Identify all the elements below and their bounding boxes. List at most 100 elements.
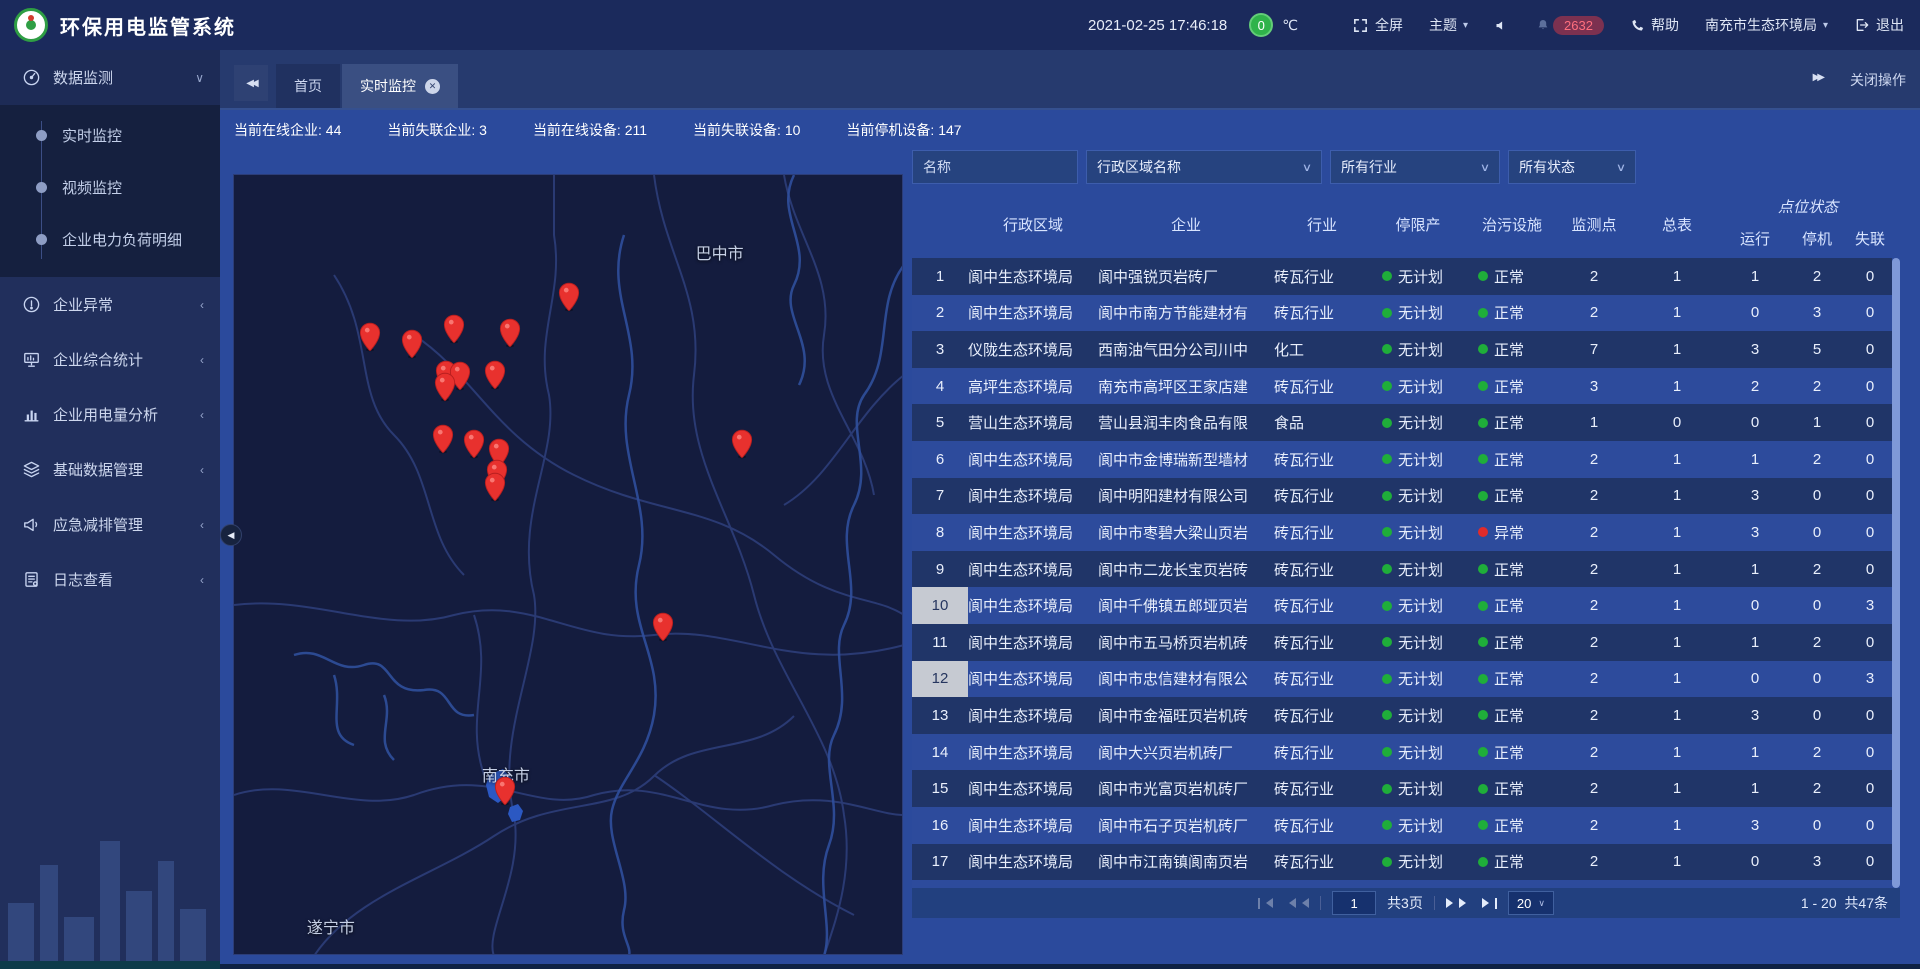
prev-page-button[interactable] bbox=[1284, 898, 1309, 908]
sidebar-item-log-view[interactable]: 日志查看‹ bbox=[0, 552, 220, 607]
row-index: 17 bbox=[912, 844, 968, 881]
cell-company: 南充市高坪区王家店建 bbox=[1098, 368, 1274, 405]
map-marker[interactable] bbox=[401, 329, 423, 364]
sidebar-subitem-power-load-detail[interactable]: 企业电力负荷明细 bbox=[0, 213, 220, 265]
cell-stop-count: 3 bbox=[1786, 295, 1848, 332]
region-filter-select[interactable]: 行政区域名称∨ bbox=[1086, 150, 1322, 184]
page-input[interactable] bbox=[1332, 891, 1376, 915]
collapse-map-button[interactable]: ◀ bbox=[220, 524, 242, 546]
table-row[interactable]: 9阆中生态环境局阆中市二龙长宝页岩砖砖瓦行业无计划正常21120 bbox=[912, 551, 1892, 588]
mute-button[interactable] bbox=[1494, 18, 1509, 33]
map-marker[interactable] bbox=[443, 314, 465, 349]
status-filter-select[interactable]: 所有状态∨ bbox=[1508, 150, 1636, 184]
org-menu[interactable]: 南充市生态环境局 ▾ bbox=[1705, 15, 1828, 35]
cell-company: 阆中市石子页岩机砖厂 bbox=[1098, 807, 1274, 844]
table-row[interactable]: 7阆中生态环境局阆中明阳建材有限公司砖瓦行业无计划正常21300 bbox=[912, 478, 1892, 515]
sidebar-subitem-video-monitor[interactable]: 视频监控 bbox=[0, 161, 220, 213]
map-marker[interactable] bbox=[463, 429, 485, 464]
next-page-button[interactable] bbox=[1446, 898, 1471, 908]
status-dot-icon bbox=[1382, 418, 1392, 428]
table-row[interactable]: 16阆中生态环境局阆中市石子页岩机砖厂砖瓦行业无计划正常21300 bbox=[912, 807, 1892, 844]
cell-lost-count: 0 bbox=[1848, 551, 1892, 588]
status-dot-icon bbox=[1382, 784, 1392, 794]
map-marker[interactable] bbox=[484, 472, 506, 507]
logout-button[interactable]: 退出 bbox=[1854, 15, 1904, 35]
stats-bar: 当前在线企业: 44当前失联企业: 3当前在线设备: 211当前失联设备: 10… bbox=[220, 112, 1920, 148]
sidebar-item-enterprise-stats[interactable]: 企业综合统计‹ bbox=[0, 332, 220, 387]
chevron-left-icon: ‹ bbox=[200, 573, 204, 587]
status-dot-icon bbox=[1382, 820, 1392, 830]
last-page-button[interactable] bbox=[1482, 898, 1497, 909]
table-row[interactable]: 11阆中生态环境局阆中市五马桥页岩机砖砖瓦行业无计划正常21120 bbox=[912, 624, 1892, 661]
cell-total-meter: 1 bbox=[1630, 258, 1724, 295]
close-operations-button[interactable]: 关闭操作 bbox=[1850, 70, 1906, 90]
table-row[interactable]: 13阆中生态环境局阆中市金福旺页岩机砖砖瓦行业无计划正常21300 bbox=[912, 697, 1892, 734]
cell-run-count: 3 bbox=[1724, 807, 1786, 844]
tab-close-icon[interactable]: ✕ bbox=[425, 79, 440, 94]
map-marker[interactable] bbox=[359, 322, 381, 357]
table-row[interactable]: 15阆中生态环境局阆中市光富页岩机砖厂砖瓦行业无计划正常21120 bbox=[912, 770, 1892, 807]
page-size-select[interactable]: 20∨ bbox=[1508, 891, 1554, 915]
cell-lost-count: 0 bbox=[1848, 441, 1892, 478]
cell-industry: 砖瓦行业 bbox=[1274, 661, 1370, 698]
name-filter-input[interactable] bbox=[912, 150, 1078, 184]
sidebar-subitem-realtime-monitor[interactable]: 实时监控 bbox=[0, 109, 220, 161]
notifications-button[interactable]: 2632 bbox=[1535, 16, 1604, 35]
table-row[interactable]: 1阆中生态环境局阆中强锐页岩砖厂砖瓦行业无计划正常21120 bbox=[912, 258, 1892, 295]
table-row[interactable]: 3仪陇生态环境局西南油气田分公司川中化工无计划正常71350 bbox=[912, 331, 1892, 368]
map-marker[interactable] bbox=[731, 429, 753, 464]
table-row[interactable]: 10阆中生态环境局阆中千佛镇五郎垭页岩砖瓦行业无计划正常21003 bbox=[912, 587, 1892, 624]
tab-scroll-left-button[interactable]: ◀◀ bbox=[234, 65, 268, 101]
help-button[interactable]: 帮助 bbox=[1630, 15, 1679, 35]
map-marker[interactable] bbox=[494, 776, 516, 811]
tab-home[interactable]: 首页 bbox=[276, 64, 340, 108]
cell-lost-count: 0 bbox=[1848, 331, 1892, 368]
sidebar-item-power-analysis[interactable]: 企业用电量分析‹ bbox=[0, 387, 220, 442]
table-row[interactable]: 6阆中生态环境局阆中市金博瑞新型墙材砖瓦行业无计划正常21120 bbox=[912, 441, 1892, 478]
cell-region: 阆中生态环境局 bbox=[968, 624, 1098, 661]
tab-realtime-monitor[interactable]: 实时监控✕ bbox=[342, 64, 458, 108]
cell-lost-count: 0 bbox=[1848, 697, 1892, 734]
cell-limit-status: 无计划 bbox=[1370, 478, 1466, 515]
table-scrollbar[interactable] bbox=[1892, 258, 1900, 888]
table-row[interactable]: 12阆中生态环境局阆中市忠信建材有限公砖瓦行业无计划正常21003 bbox=[912, 661, 1892, 698]
map-marker[interactable] bbox=[432, 424, 454, 459]
table-row[interactable]: 8阆中生态环境局阆中市枣碧大梁山页岩砖瓦行业无计划异常21300 bbox=[912, 514, 1892, 551]
map-marker[interactable] bbox=[558, 282, 580, 317]
cell-industry: 砖瓦行业 bbox=[1274, 551, 1370, 588]
cell-total-meter: 1 bbox=[1630, 624, 1724, 661]
map-marker[interactable] bbox=[652, 612, 674, 647]
map-marker[interactable] bbox=[434, 372, 456, 407]
table-row[interactable]: 17阆中生态环境局阆中市江南镇阆南页岩砖瓦行业无计划正常21030 bbox=[912, 844, 1892, 881]
table-row[interactable]: 18南部生态环境局南部县砚华小河有限公建材加工无计划正常60050 bbox=[912, 880, 1892, 888]
sidebar-item-emergency-reduction[interactable]: 应急减排管理‹ bbox=[0, 497, 220, 552]
cell-region: 阆中生态环境局 bbox=[968, 807, 1098, 844]
cell-stop-count: 0 bbox=[1786, 587, 1848, 624]
cell-facility-status: 正常 bbox=[1466, 880, 1558, 888]
cell-run-count: 0 bbox=[1724, 844, 1786, 881]
status-dot-icon bbox=[1382, 344, 1392, 354]
first-page-button[interactable] bbox=[1258, 898, 1273, 909]
cell-monitor-count: 2 bbox=[1558, 624, 1630, 661]
cell-total-meter: 1 bbox=[1630, 514, 1724, 551]
fullscreen-button[interactable]: 全屏 bbox=[1352, 15, 1403, 35]
cell-facility-status: 正常 bbox=[1466, 331, 1558, 368]
map-marker[interactable] bbox=[499, 318, 521, 353]
table-row[interactable]: 4高坪生态环境局南充市高坪区王家店建砖瓦行业无计划正常31220 bbox=[912, 368, 1892, 405]
table-row[interactable]: 2阆中生态环境局阆中市南方节能建材有砖瓦行业无计划正常21030 bbox=[912, 295, 1892, 332]
table-row[interactable]: 14阆中生态环境局阆中大兴页岩机砖厂砖瓦行业无计划正常21120 bbox=[912, 734, 1892, 771]
cell-total-meter: 1 bbox=[1630, 734, 1724, 771]
industry-filter-select[interactable]: 所有行业∨ bbox=[1330, 150, 1500, 184]
sidebar-item-base-data[interactable]: 基础数据管理‹ bbox=[0, 442, 220, 497]
map-panel[interactable]: 巴中市南充市遂宁市 bbox=[233, 174, 903, 955]
sidebar-item-enterprise-abnormal[interactable]: 企业异常‹ bbox=[0, 277, 220, 332]
cell-run-count: 3 bbox=[1724, 514, 1786, 551]
cell-monitor-count: 2 bbox=[1558, 587, 1630, 624]
table-row[interactable]: 5营山生态环境局营山县润丰肉食品有限食品无计划正常10010 bbox=[912, 404, 1892, 441]
status-dot-icon bbox=[1382, 527, 1392, 537]
map-marker[interactable] bbox=[484, 360, 506, 395]
theme-menu[interactable]: 主题 ▾ bbox=[1429, 15, 1468, 35]
sidebar-item-data-monitor[interactable]: 数据监测∨ bbox=[0, 50, 220, 105]
cell-company: 阆中明阳建材有限公司 bbox=[1098, 478, 1274, 515]
tab-scroll-right-button[interactable]: ▶▶ bbox=[1813, 72, 1822, 83]
